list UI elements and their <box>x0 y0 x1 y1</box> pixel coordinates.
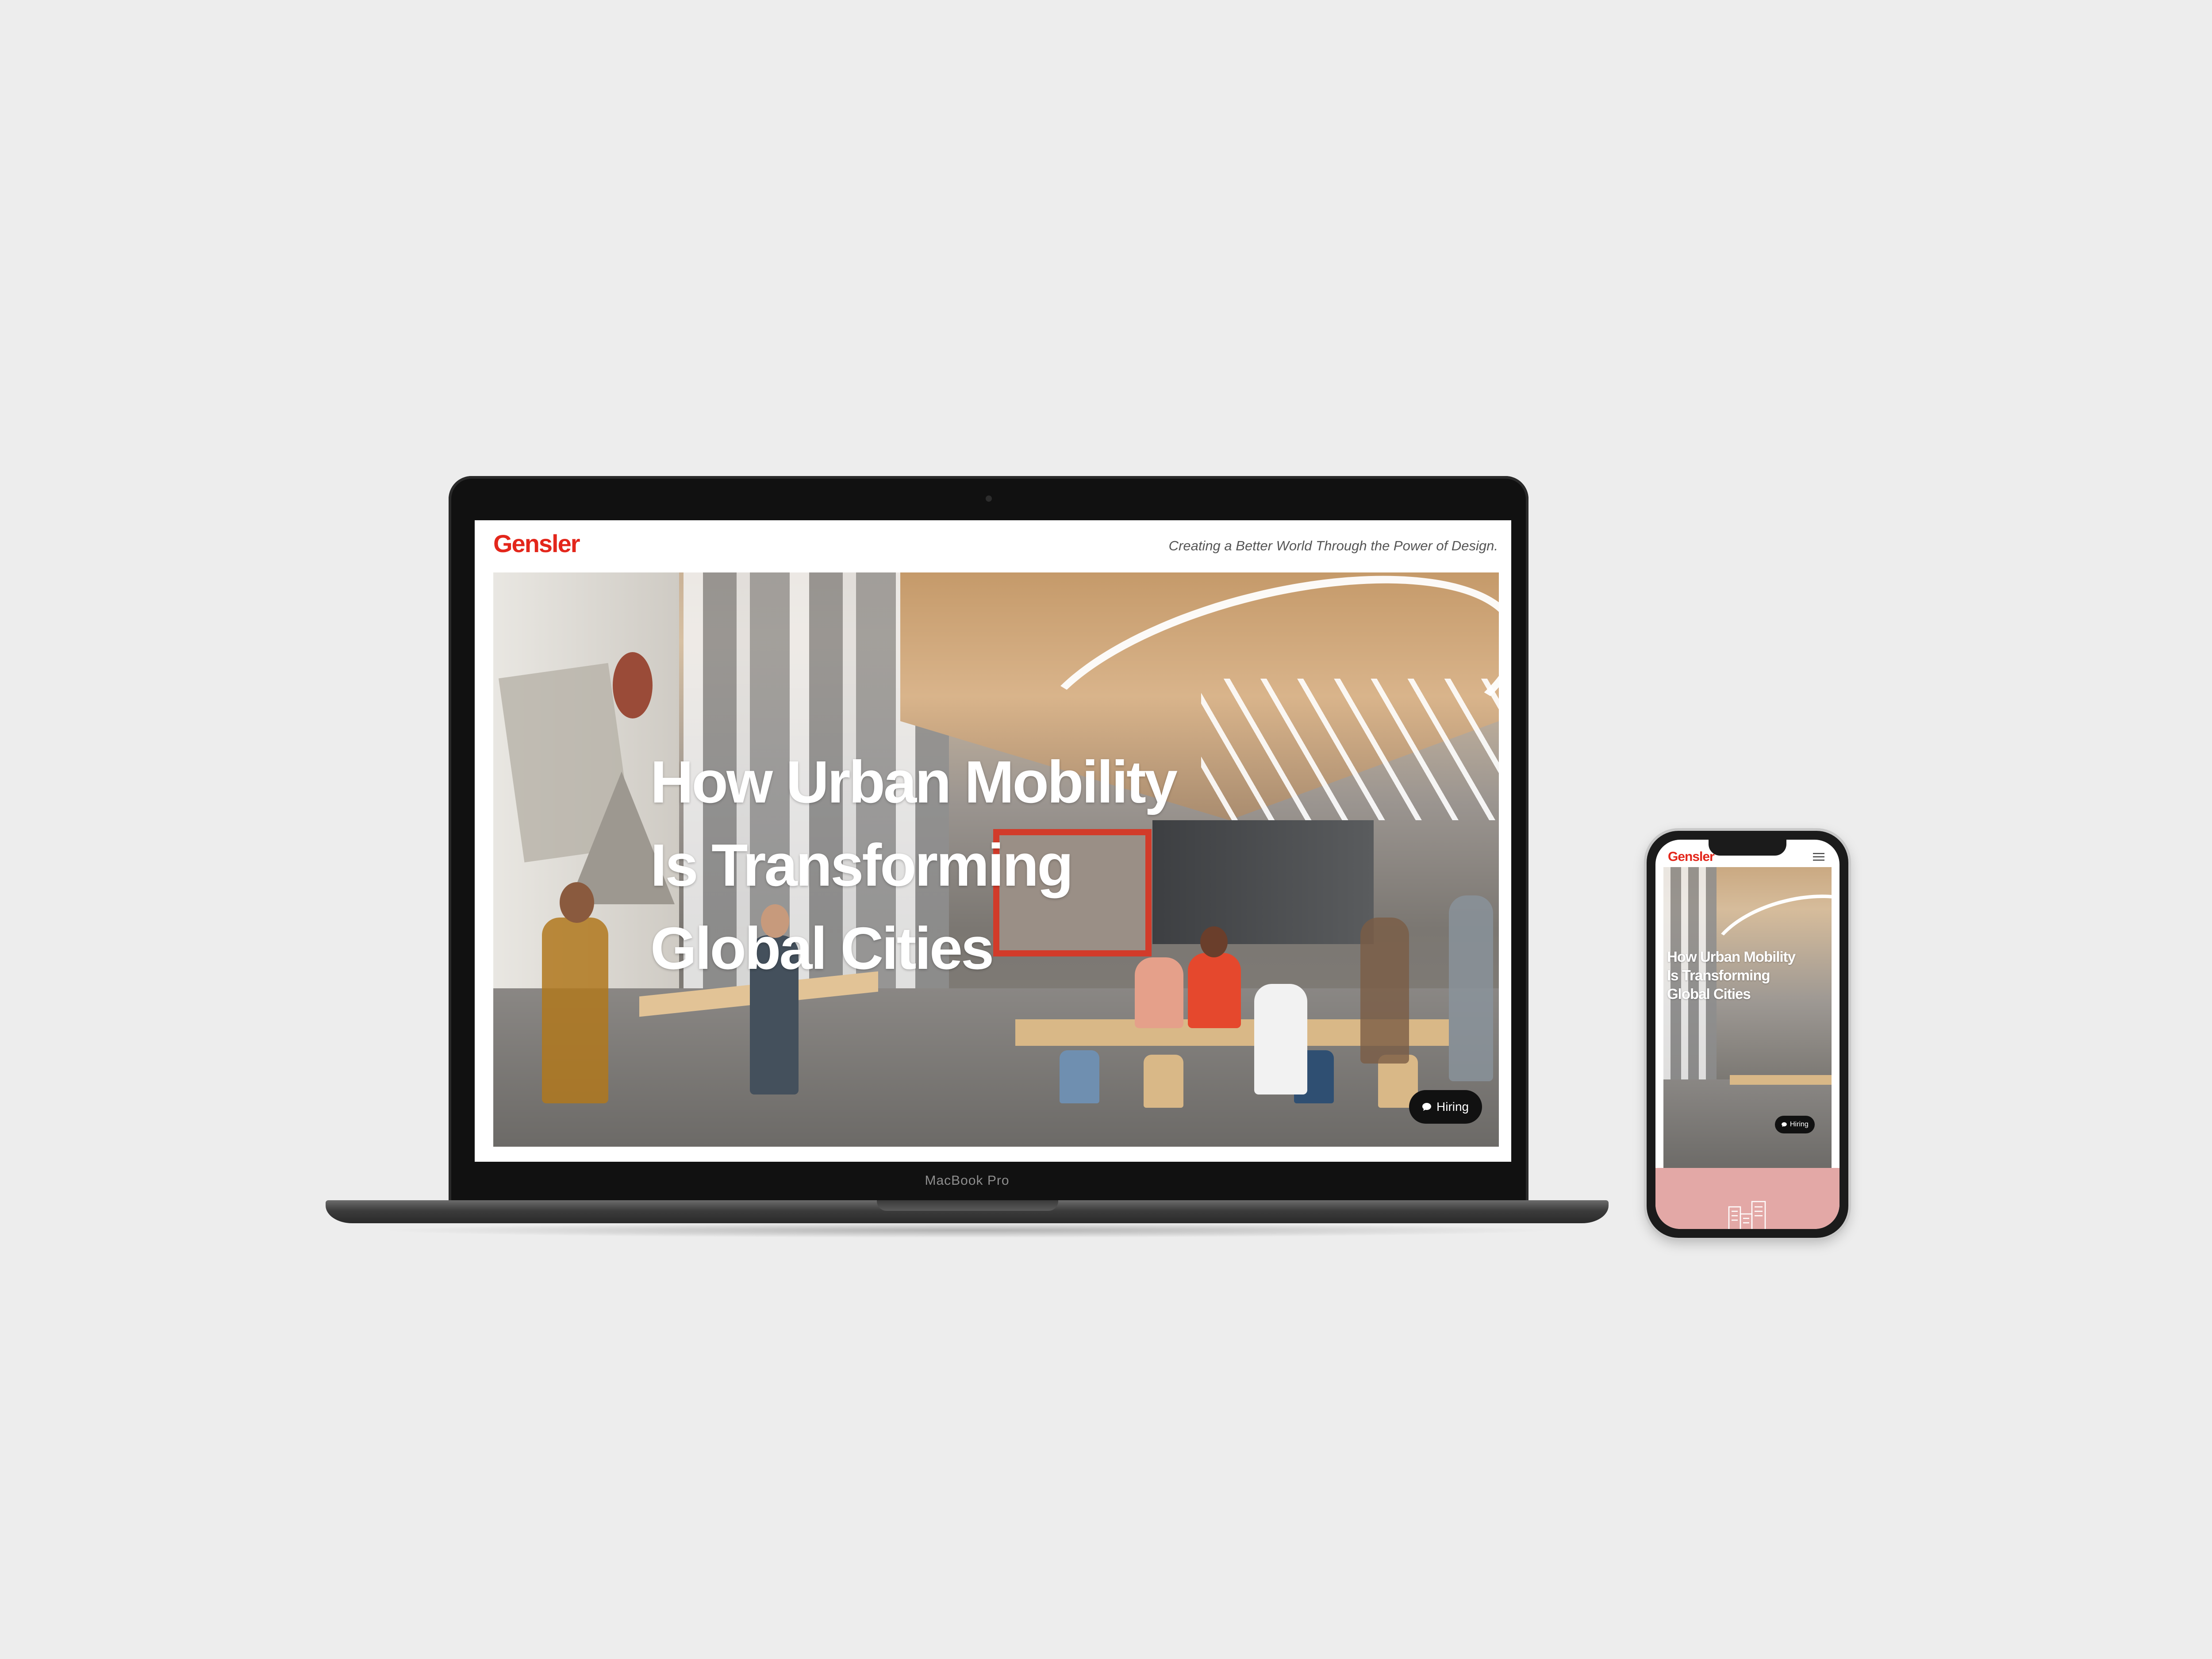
hamburger-menu-icon[interactable] <box>1813 853 1824 861</box>
person-head <box>560 882 594 923</box>
laptop-screen: Gensler Creating a Better World Through … <box>475 520 1511 1162</box>
hero-title-line: Global Cities <box>650 915 994 982</box>
person-figure <box>542 918 608 1103</box>
person-figure <box>1449 895 1493 1081</box>
building-icon <box>1728 1201 1766 1229</box>
site-header: Gensler Creating a Better World Through … <box>475 520 1511 572</box>
hiring-label: Hiring <box>1790 1121 1809 1128</box>
hero-table <box>1730 1075 1832 1085</box>
camera-icon <box>985 495 992 502</box>
hero-title: How Urban Mobility Is Transforming Globa… <box>650 741 1178 990</box>
hero-kitchen-window <box>1152 820 1374 944</box>
hiring-label: Hiring <box>1436 1100 1469 1114</box>
phone-notch <box>1709 840 1786 856</box>
hiring-button[interactable]: Hiring <box>1775 1116 1815 1133</box>
person-figure <box>1254 984 1307 1094</box>
site-logo[interactable]: Gensler <box>493 529 580 558</box>
site-tagline: Creating a Better World Through the Powe… <box>1168 538 1498 553</box>
device-label: MacBook Pro <box>925 1173 1010 1188</box>
hero-title-line: How Urban Mobility <box>1667 949 1796 965</box>
person-head <box>1200 926 1228 957</box>
person-figure <box>1188 953 1241 1028</box>
hero-title-line: Is Transforming <box>650 832 1074 899</box>
hero-chair <box>1144 1055 1183 1108</box>
hero-title-line: Is Transforming <box>1667 967 1770 983</box>
chat-bubble-icon <box>1782 1122 1787 1127</box>
phone-screen: Gensler How Urban Mobility Is Transformi… <box>1655 840 1839 1229</box>
pink-section <box>1655 1168 1839 1229</box>
phone-hero-title: How Urban Mobility Is Transforming Globa… <box>1667 948 1796 1003</box>
phone-mockup: Gensler How Urban Mobility Is Transformi… <box>1647 831 1848 1238</box>
site-logo[interactable]: Gensler <box>1668 849 1715 864</box>
hiring-button[interactable]: Hiring <box>1409 1090 1482 1124</box>
laptop-hinge-notch <box>877 1200 1058 1211</box>
hero-mural-disc <box>613 652 653 718</box>
hero-image: How Urban Mobility Is Transforming Globa… <box>493 572 1499 1147</box>
person-figure <box>1360 918 1409 1064</box>
hero-chair <box>1060 1050 1099 1103</box>
laptop-shadow <box>379 1223 1555 1238</box>
hero-truss <box>1201 679 1499 820</box>
chat-bubble-icon <box>1422 1103 1431 1111</box>
laptop-lid: Gensler Creating a Better World Through … <box>449 476 1528 1207</box>
hero-title-line: How Urban Mobility <box>650 749 1178 815</box>
hero-title-line: Global Cities <box>1667 986 1751 1002</box>
laptop-mockup: Gensler Creating a Better World Through … <box>326 476 1609 1242</box>
